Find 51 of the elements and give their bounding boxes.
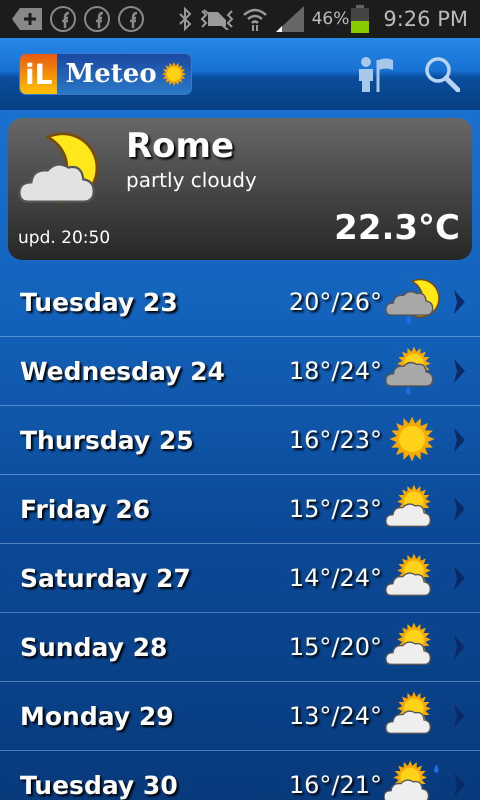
forecast-row[interactable]: Sunday 28 15°/20°	[0, 613, 480, 682]
logo-wordmark: Meteo	[57, 54, 191, 94]
forecast-row[interactable]: Wednesday 24 18°/24°	[0, 337, 480, 406]
temperature-range: 16°/23°	[288, 426, 382, 454]
facebook-icon	[118, 6, 144, 32]
day-label: Tuesday 23	[20, 288, 178, 316]
temperature-range: 15°/20°	[288, 633, 382, 661]
temperature-range: 20°/26°	[288, 288, 382, 316]
wifi-icon	[242, 6, 268, 32]
day-label: Wednesday 24	[20, 356, 225, 386]
logo-badge: iL	[20, 54, 58, 94]
temperature-range: 16°/21°	[288, 771, 382, 799]
temperature-range: 13°/24°	[288, 702, 382, 730]
forecast-row[interactable]: Tuesday 23 20°/26°	[0, 268, 480, 337]
chevron-right-icon	[452, 565, 466, 591]
chevron-right-icon	[452, 634, 466, 660]
update-time: upd. 20:50	[18, 228, 110, 248]
chevron-right-icon	[452, 358, 466, 384]
signal-icon	[276, 6, 304, 32]
forecast-row[interactable]: Friday 26 15°/23°	[0, 475, 480, 544]
temperature-range: 18°/24°	[288, 357, 382, 385]
person-flag-icon[interactable]	[356, 56, 394, 92]
forecast-row[interactable]: Monday 29 13°/24°	[0, 682, 480, 751]
search-icon[interactable]	[424, 56, 460, 92]
temperature-range: 15°/23°	[288, 495, 382, 523]
day-label: Thursday 25	[20, 426, 194, 454]
chevron-right-icon	[452, 427, 466, 453]
forecast-row[interactable]: Thursday 25 16°/23°	[0, 406, 480, 475]
chevron-right-icon	[452, 703, 466, 729]
vibrate-icon	[200, 8, 234, 30]
day-label: Friday 26	[20, 494, 150, 524]
notification-icon	[12, 8, 42, 30]
bluetooth-icon	[178, 7, 192, 31]
day-label: Tuesday 30	[20, 770, 178, 800]
city-name: Rome	[126, 126, 234, 166]
current-temperature: 22.3°C	[334, 208, 460, 248]
chevron-right-icon	[452, 772, 466, 798]
day-label: Sunday 28	[20, 632, 168, 662]
chevron-right-icon	[452, 496, 466, 522]
forecast-row[interactable]: Tuesday 30 16°/21°	[0, 751, 480, 800]
chevron-right-icon	[452, 289, 466, 315]
temperature-range: 14°/24°	[288, 564, 382, 592]
battery-percentage: 46%	[312, 9, 350, 29]
facebook-icon	[50, 6, 76, 32]
condition-text: partly cloudy	[126, 168, 257, 192]
day-label: Monday 29	[20, 702, 174, 730]
battery-icon	[351, 5, 370, 33]
day-label: Saturday 27	[20, 564, 191, 592]
forecast-row[interactable]: Saturday 27 14°/24°	[0, 544, 480, 613]
facebook-icon	[84, 6, 110, 32]
clock: 9:26 PM	[383, 7, 468, 31]
